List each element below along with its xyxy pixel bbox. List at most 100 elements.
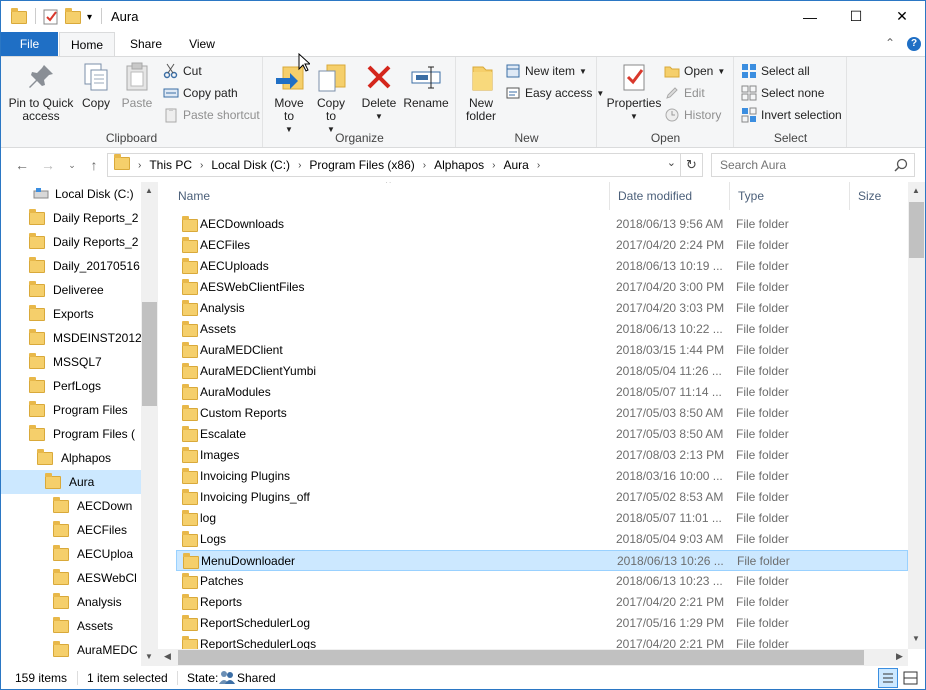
breadcrumb-chevron-icon[interactable]: › [492,160,495,171]
tree-item[interactable]: MSSQL7 [1,350,141,374]
file-row[interactable]: AECUploads 2018/06/13 10:19 ... File folde… [176,256,908,277]
file-row[interactable]: AuraMEDClient 2018/03/15 1:44 PM File fold… [176,340,908,361]
paste-button[interactable]: Paste [117,61,157,110]
column-header-name[interactable]: Name [170,182,610,210]
file-row[interactable]: AESWebClientFiles 2017/04/20 3:00 PM File … [176,277,908,298]
horizontal-scrollbar[interactable]: ◀ ▶ [158,649,908,666]
breadcrumb-program-files-x86[interactable]: Program Files (x86) [309,158,414,172]
recent-locations-chevron-icon[interactable]: ⌄ [63,156,81,174]
scroll-down-icon[interactable]: ▼ [145,652,153,661]
tree-item[interactable]: Alphapos [1,446,141,470]
copy-to-button[interactable]: Copy to ▼ [312,61,350,136]
file-row[interactable]: log 2018/05/07 11:01 ... File folder [176,508,908,529]
new-folder-quick-icon[interactable] [65,7,81,26]
tree-item[interactable]: AECFiles [1,518,141,542]
tree-item[interactable]: PerfLogs [1,374,141,398]
easy-access-button[interactable]: Easy access ▼ [505,83,604,103]
new-item-button[interactable]: New item ▼ [505,61,587,81]
scroll-down-icon[interactable]: ▼ [912,634,920,643]
tree-item[interactable]: AECDown [1,494,141,518]
breadcrumb-chevron-icon[interactable]: › [423,160,426,171]
nav-scrollbar[interactable]: ▲ ▼ [141,182,157,666]
close-button[interactable]: ✕ [879,1,925,32]
file-row[interactable]: Invoicing Plugins_off 2017/05/02 8:53 AM F… [176,487,908,508]
breadcrumb-chevron-icon[interactable]: › [537,160,540,171]
file-row[interactable]: Custom Reports 2017/05/03 8:50 AM File fol… [176,403,908,424]
file-row[interactable]: ReportSchedulerLog 2017/05/16 1:29 PM File… [176,613,908,634]
column-header-size[interactable]: Size [850,182,910,210]
search-input[interactable] [720,155,890,175]
properties-quick-icon[interactable] [43,8,59,26]
file-row[interactable]: AECFiles 2017/04/20 2:24 PM File folder [176,235,908,256]
tree-item[interactable]: Daily Reports_2 [1,206,141,230]
content-scrollbar[interactable]: ▲ ▼ [908,182,925,649]
scroll-up-icon[interactable]: ▲ [912,186,920,195]
file-row[interactable]: MenuDownloader 2018/06/13 10:26 ... File f… [176,550,908,571]
breadcrumb-chevron-icon[interactable]: › [298,160,301,171]
properties-button[interactable]: Properties ▼ [604,61,664,123]
new-folder-button[interactable]: New folder [461,61,501,123]
column-header-date[interactable]: Date modified [610,182,730,210]
tree-item[interactable]: Aura [1,470,141,494]
scroll-up-icon[interactable]: ▲ [145,186,153,195]
minimize-button[interactable]: — [787,1,833,32]
tree-item-drive[interactable]: Local Disk (C:) [1,182,141,206]
breadcrumb-this-pc[interactable]: This PC [149,158,192,172]
large-icons-view-icon[interactable] [902,669,920,687]
open-button[interactable]: Open ▼ [664,61,725,81]
maximize-button[interactable]: ☐ [833,1,879,32]
address-dropdown-chevron-icon[interactable]: ⌄ [667,156,676,169]
content-scrollbar-thumb[interactable] [909,202,924,258]
scroll-right-icon[interactable]: ▶ [896,651,903,662]
tree-item[interactable]: Program Files ( [1,422,141,446]
file-row[interactable]: Assets 2018/06/13 10:22 ... File folder [176,319,908,340]
pin-quick-access-button[interactable]: Pin to Quick access [7,61,75,123]
file-row[interactable]: Logs 2018/05/04 9:03 AM File folder [176,529,908,550]
copy-path-button[interactable]: Copy path [163,83,238,103]
tree-item[interactable]: AESWebCl [1,566,141,590]
search-box[interactable] [711,153,915,177]
file-row[interactable]: Invoicing Plugins 2018/03/16 10:00 ... Fil… [176,466,908,487]
file-row[interactable]: AECDownloads 2018/06/13 9:56 AM File folde… [176,214,908,235]
tree-item[interactable]: Deliveree [1,278,141,302]
select-none-button[interactable]: Select none [741,83,824,103]
up-arrow-icon[interactable]: ↑ [85,156,103,174]
file-row[interactable]: Reports 2017/04/20 2:21 PM File folder [176,592,908,613]
history-button[interactable]: History [664,105,721,125]
tab-home[interactable]: Home [59,32,115,57]
tree-item[interactable]: AuraMEDC [1,638,141,662]
search-icon[interactable] [894,158,908,175]
tab-view[interactable]: View [177,32,227,56]
rename-button[interactable]: Rename [402,61,450,110]
breadcrumb-local-disk[interactable]: Local Disk (C:) [211,158,290,172]
tree-item[interactable]: Daily_20170516 [1,254,141,278]
tree-item[interactable]: AECUploa [1,542,141,566]
details-view-icon[interactable] [878,668,898,688]
customize-quick-access-icon[interactable]: ▾ [87,8,92,26]
back-arrow-icon[interactable]: ← [13,156,31,174]
scroll-left-icon[interactable]: ◀ [164,651,171,662]
tree-item[interactable]: Program Files [1,398,141,422]
help-icon[interactable]: ? [907,37,921,51]
tree-item[interactable]: Assets [1,614,141,638]
tab-share[interactable]: Share [121,32,171,56]
file-row[interactable]: Patches 2018/06/13 10:23 ... File folder [176,571,908,592]
file-row[interactable]: Analysis 2017/04/20 3:03 PM File folder [176,298,908,319]
cut-button[interactable]: Cut [163,61,202,81]
delete-button[interactable]: Delete ▼ [360,61,398,123]
nav-scrollbar-thumb[interactable] [142,302,157,406]
select-all-button[interactable]: Select all [741,61,810,81]
breadcrumb-alphapos[interactable]: Alphapos [434,158,484,172]
file-row[interactable]: AuraMEDClientYumbi 2018/05/04 11:26 ... Fi… [176,361,908,382]
breadcrumb-chevron-icon[interactable]: › [200,160,203,171]
refresh-icon[interactable]: ↻ [680,154,702,176]
forward-arrow-icon[interactable]: → [39,156,57,174]
breadcrumb-aura[interactable]: Aura [504,158,529,172]
tab-file[interactable]: File [1,32,58,56]
file-row[interactable]: Escalate 2017/05/03 8:50 AM File folder [176,424,908,445]
copy-button[interactable]: Copy [77,61,115,110]
tree-item[interactable]: Analysis [1,590,141,614]
column-header-type[interactable]: Type [730,182,850,210]
collapse-ribbon-icon[interactable]: ⌃ [885,36,895,50]
tree-item[interactable]: MSDEINST2012 [1,326,142,350]
